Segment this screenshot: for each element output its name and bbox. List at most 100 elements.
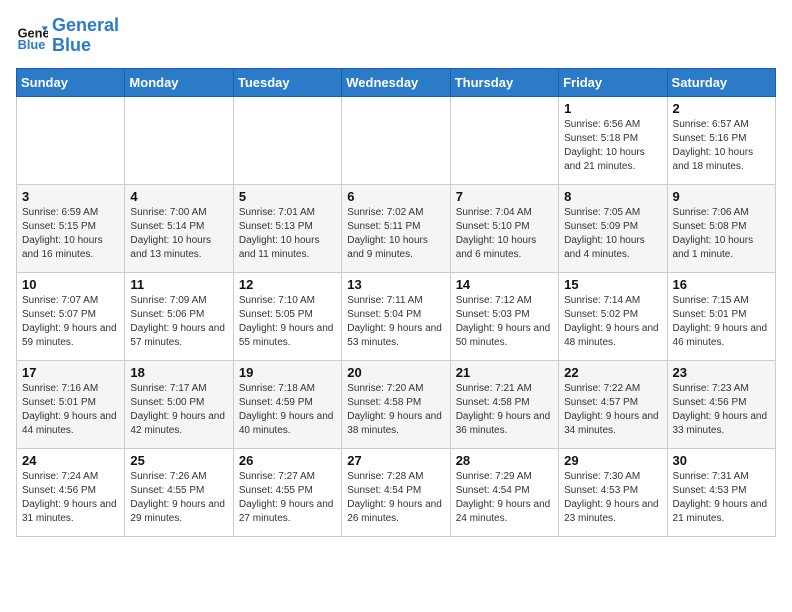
calendar-cell: 9 Sunrise: 7:06 AM Sunset: 5:08 PM Daylig… [667,184,775,272]
day-info: Sunrise: 7:20 AM Sunset: 4:58 PM Dayligh… [347,382,444,438]
calendar-week-row: 17Sunrise: 7:16 AM Sunset: 5:01 PM Dayli… [17,360,776,448]
calendar-cell: 3 Sunrise: 6:59 AM Sunset: 5:15 PM Daylig… [17,184,125,272]
calendar-cell: 6 Sunrise: 7:02 AM Sunset: 5:11 PM Daylig… [342,184,450,272]
calendar-cell [17,96,125,184]
calendar-cell: 4Sunrise: 7:00 AM Sunset: 5:14 PM Daylig… [125,184,233,272]
calendar-cell: 25Sunrise: 7:26 AM Sunset: 4:55 PM Dayli… [125,448,233,536]
day-number: 1 [564,101,661,116]
day-number: 23 [673,365,770,380]
day-info: Sunrise: 7:31 AM Sunset: 4:53 PM Dayligh… [673,470,770,526]
header-day: Tuesday [233,68,341,96]
day-info: Sunrise: 7:12 AM Sunset: 5:03 PM Dayligh… [456,294,553,350]
day-number: 28 [456,453,553,468]
calendar-week-row: 3 Sunrise: 6:59 AM Sunset: 5:15 PM Daylig… [17,184,776,272]
logo-icon: General Blue [16,20,48,52]
calendar-cell: 21Sunrise: 7:21 AM Sunset: 4:58 PM Dayli… [450,360,558,448]
day-info: Sunrise: 6:56 AM Sunset: 5:18 PM Dayligh… [564,118,661,174]
calendar-cell: 22 Sunrise: 7:22 AM Sunset: 4:57 PM Dayli… [559,360,667,448]
calendar-body: 1 Sunrise: 6:56 AM Sunset: 5:18 PM Daylig… [17,96,776,536]
day-info: Sunrise: 7:01 AM Sunset: 5:13 PM Dayligh… [239,206,336,262]
day-number: 13 [347,277,444,292]
day-number: 19 [239,365,336,380]
day-info: Sunrise: 7:06 AM Sunset: 5:08 PM Dayligh… [673,206,770,262]
header-day: Monday [125,68,233,96]
calendar-cell: 20 Sunrise: 7:20 AM Sunset: 4:58 PM Dayli… [342,360,450,448]
day-number: 22 [564,365,661,380]
calendar-cell: 13 Sunrise: 7:11 AM Sunset: 5:04 PM Dayli… [342,272,450,360]
calendar-cell [125,96,233,184]
day-info: Sunrise: 7:14 AM Sunset: 5:02 PM Dayligh… [564,294,661,350]
day-info: Sunrise: 7:22 AM Sunset: 4:57 PM Dayligh… [564,382,661,438]
calendar-cell: 18 Sunrise: 7:17 AM Sunset: 5:00 PM Dayli… [125,360,233,448]
calendar-cell: 15 Sunrise: 7:14 AM Sunset: 5:02 PM Dayli… [559,272,667,360]
day-info: Sunrise: 7:27 AM Sunset: 4:55 PM Dayligh… [239,470,336,526]
calendar-cell: 16Sunrise: 7:15 AM Sunset: 5:01 PM Dayli… [667,272,775,360]
day-number: 9 [673,189,770,204]
day-number: 3 [22,189,119,204]
calendar-cell: 12 Sunrise: 7:10 AM Sunset: 5:05 PM Dayli… [233,272,341,360]
day-number: 26 [239,453,336,468]
day-number: 8 [564,189,661,204]
day-number: 7 [456,189,553,204]
day-number: 30 [673,453,770,468]
day-info: Sunrise: 7:23 AM Sunset: 4:56 PM Dayligh… [673,382,770,438]
day-info: Sunrise: 7:16 AM Sunset: 5:01 PM Dayligh… [22,382,119,438]
day-info: Sunrise: 7:28 AM Sunset: 4:54 PM Dayligh… [347,470,444,526]
calendar-cell: 30 Sunrise: 7:31 AM Sunset: 4:53 PM Dayli… [667,448,775,536]
day-number: 15 [564,277,661,292]
header-day: Friday [559,68,667,96]
calendar-cell: 10 Sunrise: 7:07 AM Sunset: 5:07 PM Dayli… [17,272,125,360]
day-info: Sunrise: 6:59 AM Sunset: 5:15 PM Dayligh… [22,206,119,262]
day-info: Sunrise: 7:21 AM Sunset: 4:58 PM Dayligh… [456,382,553,438]
header-day: Wednesday [342,68,450,96]
calendar-cell: 11Sunrise: 7:09 AM Sunset: 5:06 PM Dayli… [125,272,233,360]
day-number: 29 [564,453,661,468]
day-number: 6 [347,189,444,204]
day-info: Sunrise: 7:26 AM Sunset: 4:55 PM Dayligh… [130,470,227,526]
day-number: 11 [130,277,227,292]
day-info: Sunrise: 7:17 AM Sunset: 5:00 PM Dayligh… [130,382,227,438]
day-info: Sunrise: 7:30 AM Sunset: 4:53 PM Dayligh… [564,470,661,526]
day-number: 14 [456,277,553,292]
calendar-cell: 19 Sunrise: 7:18 AM Sunset: 4:59 PM Dayli… [233,360,341,448]
day-info: Sunrise: 7:24 AM Sunset: 4:56 PM Dayligh… [22,470,119,526]
header-day: Sunday [17,68,125,96]
day-info: Sunrise: 7:00 AM Sunset: 5:14 PM Dayligh… [130,206,227,262]
logo: General Blue GeneralBlue [16,16,119,56]
day-info: Sunrise: 7:15 AM Sunset: 5:01 PM Dayligh… [673,294,770,350]
day-info: Sunrise: 7:10 AM Sunset: 5:05 PM Dayligh… [239,294,336,350]
day-info: Sunrise: 7:29 AM Sunset: 4:54 PM Dayligh… [456,470,553,526]
day-info: Sunrise: 7:18 AM Sunset: 4:59 PM Dayligh… [239,382,336,438]
day-number: 12 [239,277,336,292]
calendar-cell: 1 Sunrise: 6:56 AM Sunset: 5:18 PM Daylig… [559,96,667,184]
calendar-cell: 5 Sunrise: 7:01 AM Sunset: 5:13 PM Daylig… [233,184,341,272]
svg-text:Blue: Blue [18,37,46,52]
day-number: 20 [347,365,444,380]
calendar-cell: 24 Sunrise: 7:24 AM Sunset: 4:56 PM Dayli… [17,448,125,536]
day-info: Sunrise: 7:05 AM Sunset: 5:09 PM Dayligh… [564,206,661,262]
calendar-cell: 2Sunrise: 6:57 AM Sunset: 5:16 PM Daylig… [667,96,775,184]
day-number: 10 [22,277,119,292]
logo-text: GeneralBlue [52,16,119,56]
day-info: Sunrise: 6:57 AM Sunset: 5:16 PM Dayligh… [673,118,770,174]
day-info: Sunrise: 7:11 AM Sunset: 5:04 PM Dayligh… [347,294,444,350]
calendar-cell: 14 Sunrise: 7:12 AM Sunset: 5:03 PM Dayli… [450,272,558,360]
calendar-cell [342,96,450,184]
calendar-cell: 27 Sunrise: 7:28 AM Sunset: 4:54 PM Dayli… [342,448,450,536]
header-day: Saturday [667,68,775,96]
calendar-cell: 28 Sunrise: 7:29 AM Sunset: 4:54 PM Dayli… [450,448,558,536]
header-day: Thursday [450,68,558,96]
day-number: 24 [22,453,119,468]
calendar-cell: 8 Sunrise: 7:05 AM Sunset: 5:09 PM Daylig… [559,184,667,272]
calendar-week-row: 1 Sunrise: 6:56 AM Sunset: 5:18 PM Daylig… [17,96,776,184]
day-number: 18 [130,365,227,380]
page-header: General Blue GeneralBlue [16,16,776,56]
day-info: Sunrise: 7:07 AM Sunset: 5:07 PM Dayligh… [22,294,119,350]
day-info: Sunrise: 7:02 AM Sunset: 5:11 PM Dayligh… [347,206,444,262]
day-number: 5 [239,189,336,204]
calendar-cell [450,96,558,184]
calendar-cell: 23 Sunrise: 7:23 AM Sunset: 4:56 PM Dayli… [667,360,775,448]
day-number: 27 [347,453,444,468]
calendar-cell: 29 Sunrise: 7:30 AM Sunset: 4:53 PM Dayli… [559,448,667,536]
calendar-table: SundayMondayTuesdayWednesdayThursdayFrid… [16,68,776,537]
